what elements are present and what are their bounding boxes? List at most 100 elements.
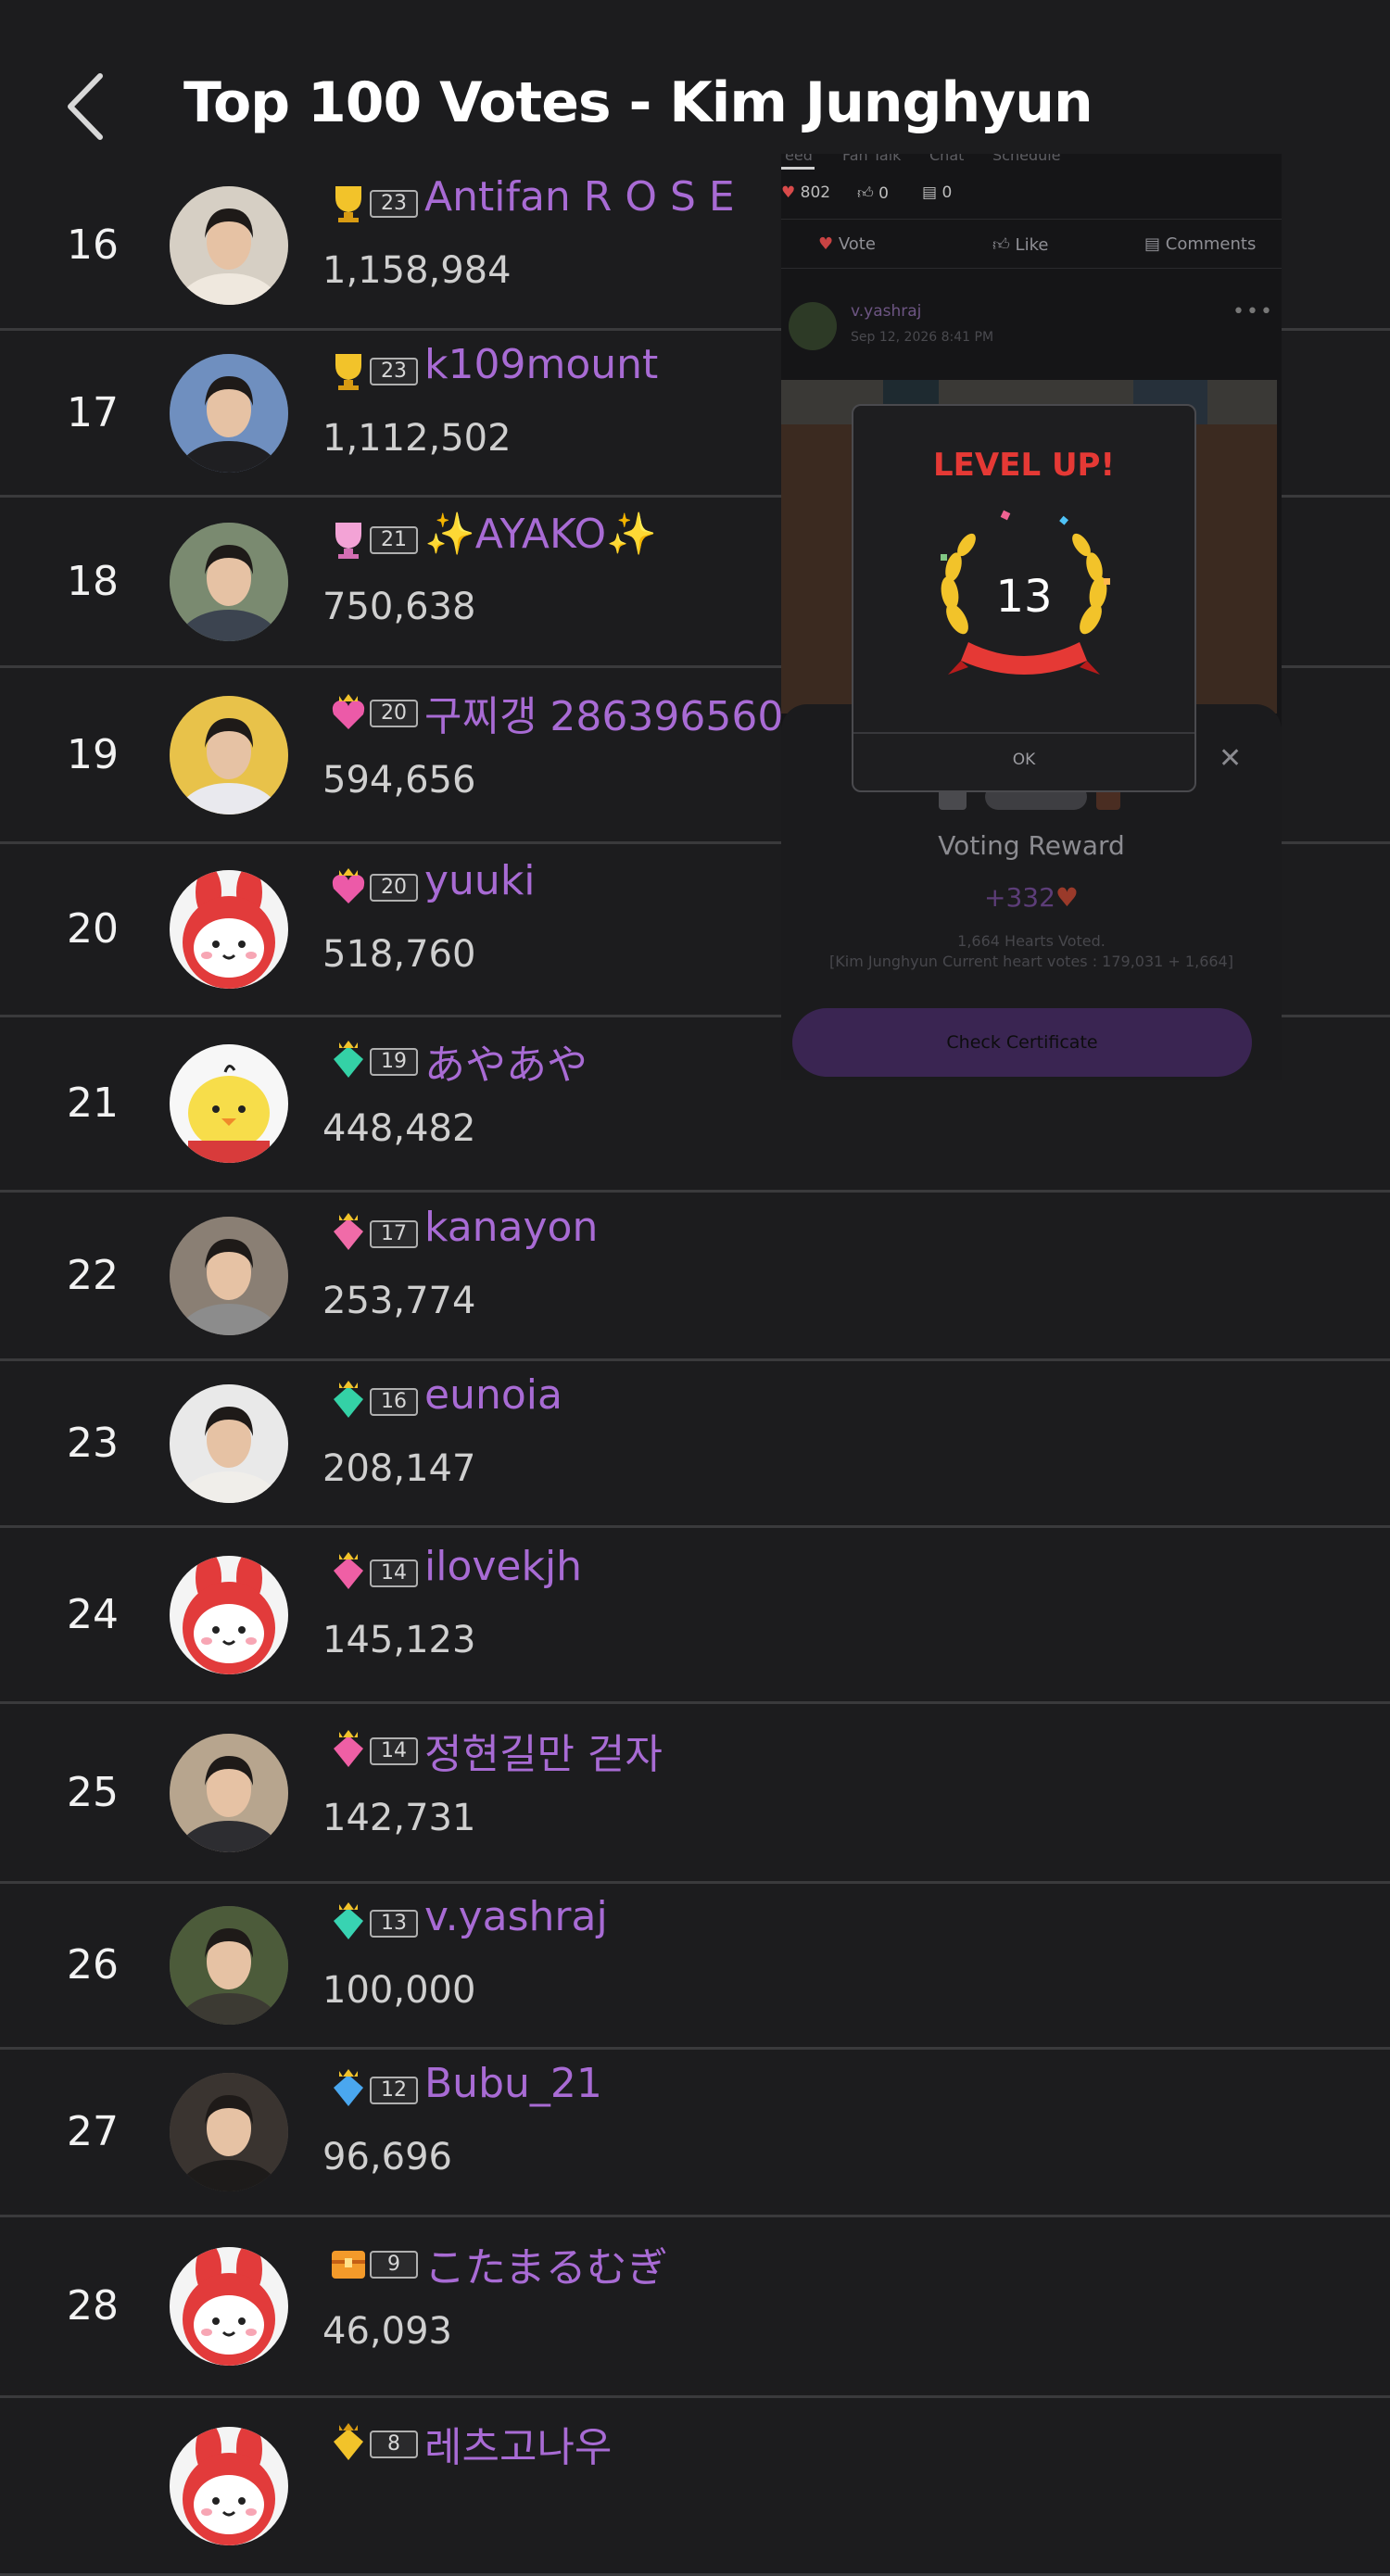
username[interactable]: yuuki <box>424 857 536 904</box>
level-number: 12 <box>370 2077 418 2104</box>
ok-button[interactable]: OK <box>853 751 1194 769</box>
ranking-row[interactable]: 23 16 eunoia 208,147 <box>0 1361 1390 1528</box>
avatar[interactable] <box>170 1044 288 1163</box>
username[interactable]: あやあや <box>424 1031 588 1091</box>
rank-number: 22 <box>67 1252 119 1299</box>
username[interactable]: Antifan R O S E <box>424 173 735 221</box>
reward-plus: +332 <box>983 882 1055 913</box>
avatar[interactable] <box>170 2073 288 2191</box>
ranking-row[interactable]: 28 9 こたまるむぎ 46,093 <box>0 2217 1390 2398</box>
heart-icon: ♥ <box>1055 882 1079 913</box>
avatar[interactable] <box>170 186 288 305</box>
username[interactable]: ✨AYAKO✨ <box>424 510 657 558</box>
overlay-tab[interactable]: Fan Talk <box>842 154 901 164</box>
vote-count: 208,147 <box>322 1447 476 1490</box>
vote-count: 594,656 <box>322 759 476 802</box>
username[interactable]: Bubu_21 <box>424 2060 602 2107</box>
back-chevron-icon[interactable] <box>65 72 106 141</box>
like-label: Like <box>1015 235 1049 255</box>
heart-icon: ♥ <box>781 183 796 202</box>
username[interactable]: k109mount <box>424 341 658 388</box>
laurel-wreath-icon: 13 <box>941 510 1110 675</box>
check-certificate-button[interactable]: Check Certificate <box>792 1008 1252 1077</box>
post-date: Sep 12, 2026 8:41 PM <box>851 330 994 345</box>
username[interactable]: ilovekjh <box>424 1543 582 1590</box>
vote-count: 1,112,502 <box>322 417 512 460</box>
overlay-tab[interactable]: Schedule <box>992 154 1061 164</box>
more-icon[interactable]: ••• <box>1232 300 1274 323</box>
avatar[interactable] <box>170 1217 288 1335</box>
vote-button[interactable]: ♥ Vote <box>818 234 876 254</box>
ranking-row[interactable]: 8 레츠고나우 <box>0 2398 1390 2576</box>
dialog-divider <box>853 732 1194 734</box>
username[interactable]: 구찌갱 2863965608 <box>424 683 809 742</box>
level-number: 13 <box>995 571 1052 623</box>
ranking-row[interactable]: 22 17 kanayon 253,774 <box>0 1193 1390 1361</box>
ranking-row[interactable]: 26 13 v.yashraj 100,000 <box>0 1884 1390 2050</box>
level-number: 17 <box>370 1220 418 1248</box>
avatar[interactable] <box>170 1556 288 1674</box>
close-icon[interactable]: ✕ <box>1219 742 1242 775</box>
top-bar: Top 100 Votes - Kim Junghyun <box>0 0 1390 162</box>
comment-icon: ▤ <box>922 183 938 202</box>
rank-number: 17 <box>67 389 119 436</box>
rank-number: 24 <box>67 1591 119 1638</box>
avatar[interactable] <box>170 1384 288 1503</box>
vote-label: Vote <box>838 234 876 254</box>
comments-button[interactable]: ▤ Comments <box>1144 234 1256 254</box>
hearts-voted-text: 1,664 Hearts Voted. <box>957 932 1106 950</box>
vote-count: 100,000 <box>322 1969 476 2012</box>
rank-number: 26 <box>67 1941 119 1989</box>
avatar[interactable] <box>170 354 288 473</box>
comments-label: Comments <box>1165 234 1257 254</box>
username[interactable]: こたまるむぎ <box>424 2234 668 2293</box>
overlay-tabs: eed Fan Talk Chat Schedule <box>781 154 1282 167</box>
level-number: 13 <box>370 1910 418 1938</box>
username[interactable]: 정현길만 걷자 <box>424 1721 663 1780</box>
vote-count: 46,093 <box>322 2310 452 2353</box>
level-number: 8 <box>370 2431 418 2458</box>
level-up-title: LEVEL UP! <box>933 447 1115 484</box>
overlay-tab[interactable]: eed <box>785 154 813 164</box>
vote-count: 750,638 <box>322 586 476 628</box>
avatar[interactable] <box>170 1734 288 1852</box>
level-number: 14 <box>370 1559 418 1587</box>
level-number: 23 <box>370 358 418 385</box>
comments-stat: ▤ 0 <box>922 183 952 202</box>
rank-number: 18 <box>67 558 119 605</box>
vote-count: 96,696 <box>322 2136 452 2178</box>
likes-count: 0 <box>878 184 889 203</box>
avatar[interactable] <box>170 523 288 641</box>
level-number: 14 <box>370 1737 418 1765</box>
rank-number: 16 <box>67 221 119 269</box>
avatar[interactable] <box>170 696 288 814</box>
vote-count: 518,760 <box>322 933 476 976</box>
thumbs-up-icon: 👍︎ <box>992 235 1010 255</box>
ranking-row[interactable]: 24 14 ilovekjh 145,123 <box>0 1528 1390 1704</box>
active-tab-indicator <box>781 167 815 170</box>
avatar[interactable] <box>170 2427 288 2545</box>
level-number: 20 <box>370 700 418 727</box>
rank-number: 21 <box>67 1080 119 1127</box>
post-username[interactable]: v.yashraj <box>851 302 921 321</box>
avatar[interactable] <box>170 1906 288 2025</box>
level-number: 21 <box>370 526 418 554</box>
username[interactable]: v.yashraj <box>424 1893 608 1940</box>
vote-count: 1,158,984 <box>322 249 512 292</box>
username[interactable]: eunoia <box>424 1371 562 1419</box>
like-button[interactable]: 👍︎ Like <box>992 234 1048 255</box>
rank-number: 27 <box>67 2108 119 2155</box>
level-up-dialog: LEVEL UP! 13 OK <box>852 404 1196 792</box>
username[interactable]: kanayon <box>424 1204 598 1251</box>
hearts-count: 802 <box>800 183 831 202</box>
comments-count: 0 <box>941 183 953 202</box>
ranking-row[interactable]: 27 12 Bubu_21 96,696 <box>0 2050 1390 2217</box>
avatar[interactable] <box>170 870 288 989</box>
level-number: 16 <box>370 1388 418 1416</box>
overlay-tab[interactable]: Chat <box>929 154 964 164</box>
username[interactable]: 레츠고나우 <box>424 2414 612 2473</box>
ranking-row[interactable]: 25 14 정현길만 걷자 142,731 <box>0 1704 1390 1884</box>
avatar[interactable] <box>170 2247 288 2366</box>
level-number: 23 <box>370 190 418 218</box>
level-number: 20 <box>370 874 418 902</box>
